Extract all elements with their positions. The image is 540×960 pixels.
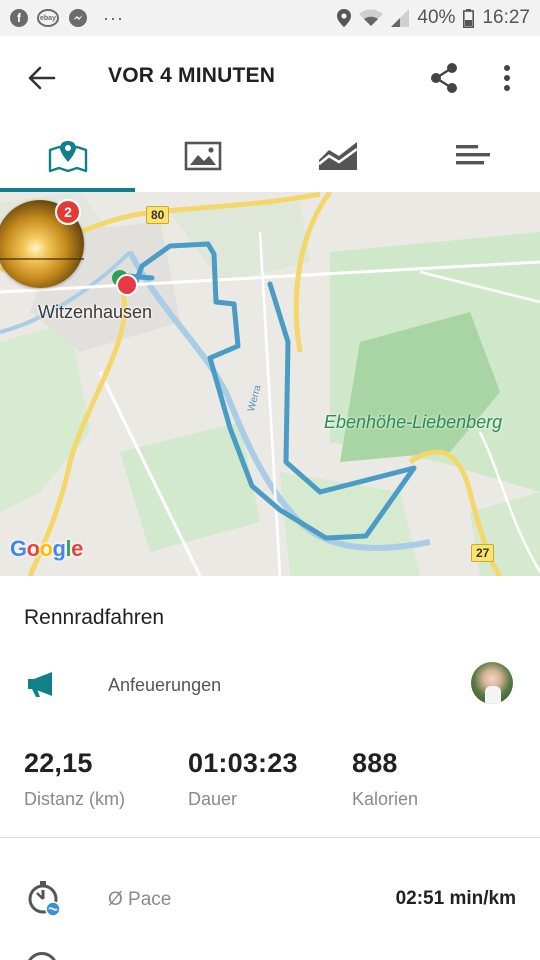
stat-value: 01:03:23 <box>188 748 298 778</box>
stat-label: Kalorien <box>352 789 419 809</box>
messenger-icon <box>68 8 88 28</box>
image-icon <box>184 141 221 171</box>
stat-value: 888 <box>352 748 398 778</box>
tab-map[interactable] <box>0 120 135 192</box>
stat-value: 22,15 <box>24 748 93 778</box>
more-dots-icon: ··· <box>103 7 124 28</box>
location-icon <box>337 9 352 27</box>
cheer-user-avatar[interactable] <box>471 662 513 704</box>
end-marker <box>116 274 138 296</box>
road-badge: 27 <box>471 544 495 562</box>
megaphone-icon <box>26 670 58 703</box>
share-icon <box>431 63 457 93</box>
signal-icon <box>391 9 410 27</box>
partial-row-icon <box>26 952 58 960</box>
facebook-icon: f <box>10 9 28 27</box>
back-button[interactable] <box>24 60 60 96</box>
cheers-row[interactable]: Anfeuerungen <box>0 660 540 712</box>
stat-label: Dauer <box>188 789 238 809</box>
ebay-icon: ebay <box>37 9 59 27</box>
pace-row: Ø Pace 02:51 min/km <box>0 876 540 924</box>
pace-label: Ø Pace <box>108 889 172 910</box>
list-bars-icon <box>455 145 490 165</box>
stat-distance: 22,15 Distanz (km) <box>24 748 125 810</box>
more-options-button[interactable] <box>492 60 522 96</box>
battery-percent: 40% <box>417 7 456 28</box>
map-label-town: Witzenhausen <box>38 302 153 322</box>
clock-time: 16:27 <box>482 7 530 28</box>
cheers-label: Anfeuerungen <box>108 675 222 695</box>
stat-calories: 888 Kalorien <box>352 748 418 810</box>
pace-stopwatch-icon <box>26 880 62 923</box>
map-label-area: Ebenhöhe-Liebenberg <box>324 412 503 432</box>
road-badge: 80 <box>146 206 170 224</box>
more-vert-icon <box>504 65 510 91</box>
tab-photos[interactable] <box>135 120 270 192</box>
status-bar: f ebay ··· 40% 16:27 <box>0 0 540 36</box>
activity-type: Rennradfahren <box>24 606 165 629</box>
route-map[interactable]: Witzenhausen Ebenhöhe-Liebenberg Werra 8… <box>0 192 540 576</box>
tab-charts[interactable] <box>270 120 405 192</box>
back-arrow-icon <box>28 66 56 90</box>
photo-count-badge: 2 <box>55 199 81 225</box>
wifi-icon <box>359 9 384 27</box>
tab-bar <box>0 120 540 192</box>
stat-duration: 01:03:23 Dauer <box>188 748 298 810</box>
stats-row: 22,15 Distanz (km) 01:03:23 Dauer 888 Ka… <box>0 748 540 818</box>
google-logo: Google <box>10 536 83 561</box>
divider <box>0 837 540 838</box>
pace-value: 02:51 min/km <box>395 888 516 909</box>
chart-icon <box>317 142 358 170</box>
app-bar: VOR 4 MINUTEN <box>0 36 540 120</box>
map-pin-icon <box>48 141 87 173</box>
share-button[interactable] <box>426 60 462 96</box>
tab-details[interactable] <box>405 120 540 192</box>
stat-label: Distanz (km) <box>24 789 126 809</box>
page-title: VOR 4 MINUTEN <box>108 64 276 87</box>
battery-icon <box>463 8 475 28</box>
